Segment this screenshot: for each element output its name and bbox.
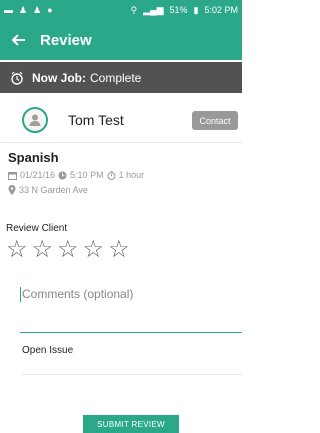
submit-review-button[interactable]: SUBMIT REVIEW xyxy=(83,415,179,433)
location-icon: ⚲ xyxy=(130,4,138,15)
clock-time: 5:02 PM xyxy=(204,5,238,15)
job-schedule: 01/21/16 5:10 PM 1 hour xyxy=(8,170,236,180)
job-duration: 1 hour xyxy=(118,170,145,180)
text-cursor xyxy=(20,287,21,302)
person-icon: ♟ xyxy=(33,4,42,15)
open-issue-label: Open Issue xyxy=(22,345,74,356)
job-status-bar: Now Job: Complete xyxy=(0,62,242,93)
star-icon[interactable]: ☆ xyxy=(32,238,54,262)
contact-button[interactable]: Contact xyxy=(192,111,238,130)
comments-input[interactable]: Comments (optional) xyxy=(20,285,242,333)
job-address: 33 N Garden Ave xyxy=(19,185,88,195)
star-icon[interactable]: ☆ xyxy=(6,238,28,262)
alarm-clock-icon xyxy=(11,71,23,85)
location-pin-icon xyxy=(8,185,16,195)
status-bar: ▬ ♟ ♟ ● ⚲ ▂▄▆ 51% ▮ 5:02 PM xyxy=(0,0,242,20)
battery-percent: 51% xyxy=(169,5,188,15)
avatar xyxy=(22,106,48,133)
open-issue-option[interactable]: Open Issue xyxy=(22,345,242,375)
star-icon[interactable]: ☆ xyxy=(108,238,130,262)
system-icons: ⚲ ▂▄▆ 51% ▮ 5:02 PM xyxy=(131,5,238,16)
job-status-value: Complete xyxy=(90,70,142,85)
person-icon xyxy=(29,114,41,126)
job-time: 5:10 PM xyxy=(70,170,104,180)
job-date: 01/21/16 xyxy=(20,170,56,180)
notification-icons: ▬ ♟ ♟ ● xyxy=(4,5,53,16)
job-info: Spanish 01/21/16 5:10 PM 1 hour 33 N Gar… xyxy=(8,150,236,195)
star-icon[interactable]: ☆ xyxy=(57,238,79,262)
star-rating[interactable]: ☆ ☆ ☆ ☆ ☆ xyxy=(6,238,130,262)
signal-icon: ▂▄▆ xyxy=(143,4,164,15)
job-title: Spanish xyxy=(8,150,59,165)
battery-icon: ▮ xyxy=(193,4,199,15)
app-bar: Review xyxy=(0,20,242,60)
job-location: 33 N Garden Ave xyxy=(8,185,236,195)
comments-placeholder: Comments (optional) xyxy=(22,287,134,301)
job-status-prefix: Now Job: xyxy=(32,70,86,85)
review-client-label: Review Client xyxy=(6,223,68,234)
chat-icon: ● xyxy=(47,5,53,15)
page-title: Review xyxy=(40,31,92,49)
message-icon: ▬ xyxy=(4,5,13,15)
star-icon[interactable]: ☆ xyxy=(83,238,105,262)
client-name: Tom Test xyxy=(68,111,124,128)
clock-icon xyxy=(58,171,67,179)
person-icon: ♟ xyxy=(19,4,28,15)
back-arrow-icon[interactable] xyxy=(10,31,28,49)
calendar-icon xyxy=(8,171,17,180)
timer-icon xyxy=(107,170,116,180)
